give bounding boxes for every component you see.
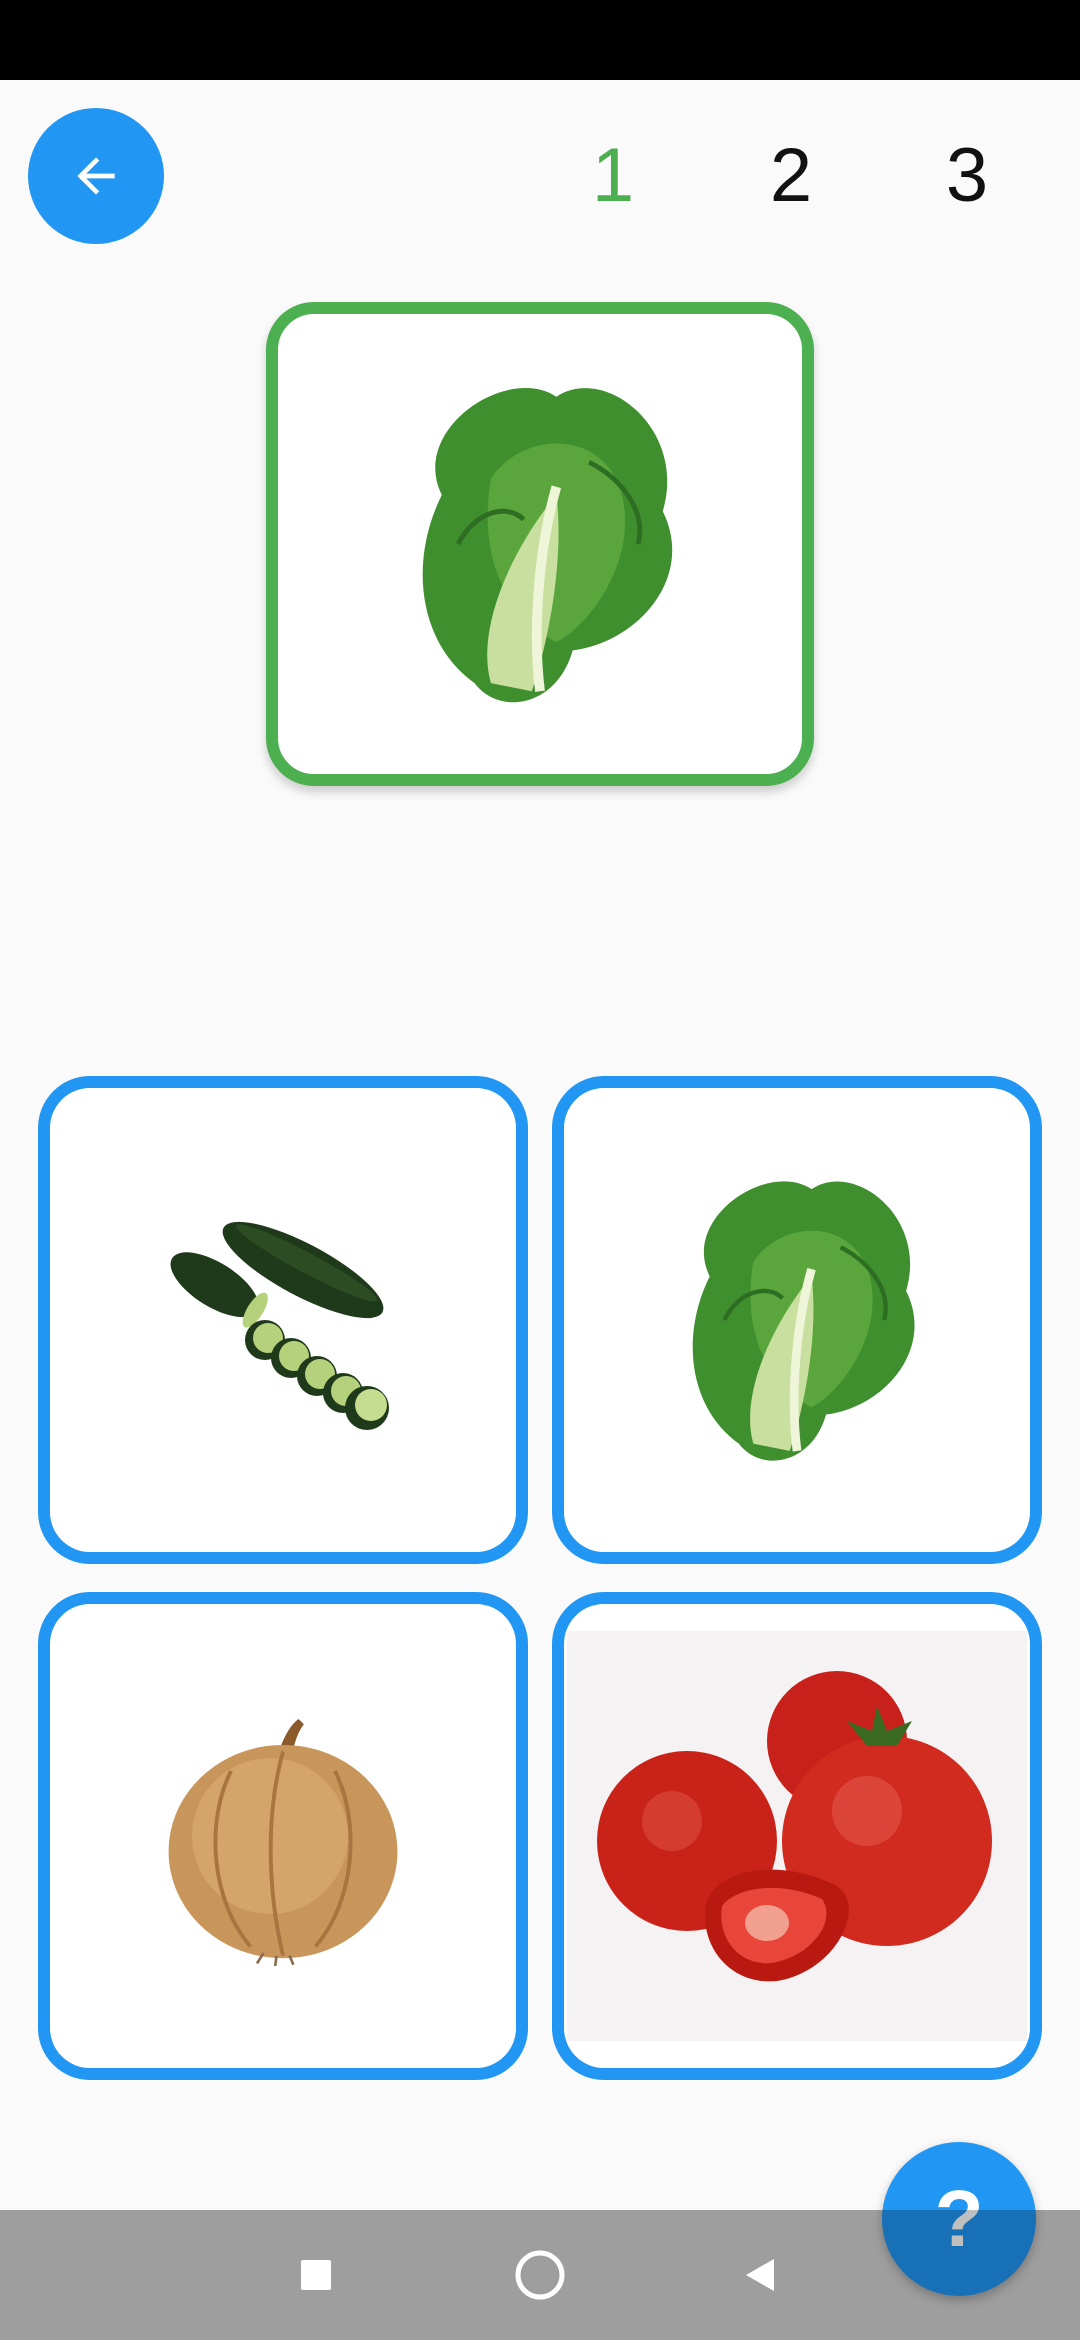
step-2: 2 bbox=[769, 133, 813, 218]
lettuce-image bbox=[692, 1181, 915, 1461]
status-bar bbox=[0, 0, 1080, 80]
cucumber-image bbox=[170, 1221, 389, 1430]
onion-image bbox=[168, 1719, 398, 1966]
option-card-cucumber[interactable] bbox=[38, 1076, 528, 1564]
square-icon bbox=[301, 2260, 331, 2290]
triangle-back-icon bbox=[746, 2259, 774, 2291]
arrow-left-icon bbox=[77, 157, 115, 195]
step-3: 3 bbox=[945, 133, 989, 218]
home-button[interactable] bbox=[480, 2210, 600, 2340]
option-card-onion[interactable] bbox=[38, 1592, 528, 2080]
target-card bbox=[266, 302, 814, 786]
system-back-button[interactable] bbox=[700, 2210, 820, 2340]
tomato-image bbox=[567, 1631, 1027, 2041]
lettuce-image bbox=[422, 388, 673, 703]
option-card-lettuce[interactable] bbox=[552, 1076, 1042, 1564]
step-1: 1 bbox=[591, 133, 635, 218]
help-button[interactable]: ? bbox=[882, 2142, 1036, 2296]
recent-apps-button[interactable] bbox=[256, 2210, 376, 2340]
help-label: ? bbox=[934, 2174, 984, 2263]
back-button[interactable] bbox=[28, 108, 164, 244]
option-card-tomato[interactable] bbox=[552, 1592, 1042, 2080]
circle-icon bbox=[515, 2250, 565, 2300]
